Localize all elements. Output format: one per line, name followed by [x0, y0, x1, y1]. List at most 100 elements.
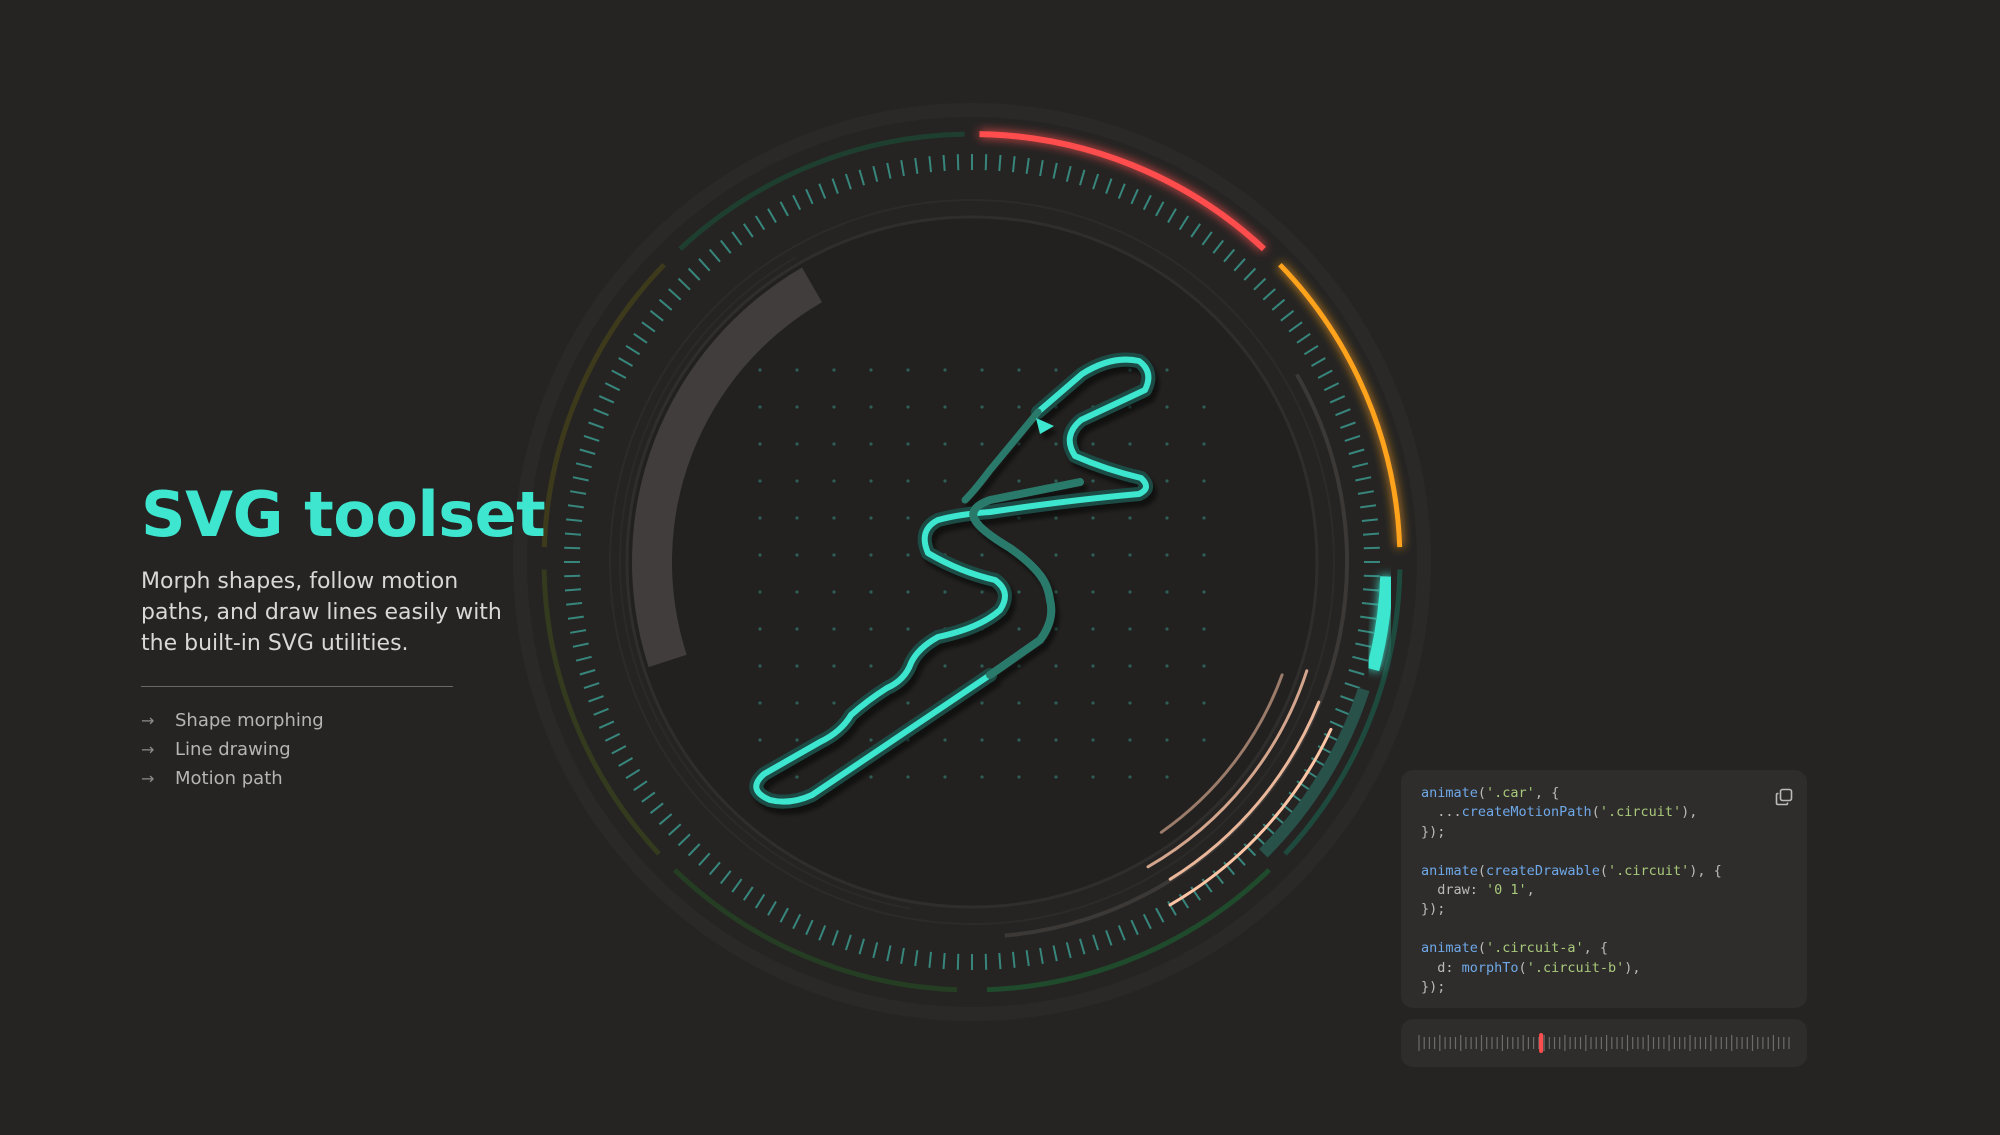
feature-item-shape-morphing[interactable]: → Shape morphing — [141, 706, 324, 735]
tick-mark — [1012, 156, 1016, 173]
tick-mark — [564, 532, 582, 536]
tick-mark — [1329, 720, 1346, 729]
code-line: ...createMotionPath('.circuit'), — [1421, 803, 1787, 822]
code-token: ), { — [1689, 862, 1722, 879]
tick-mark — [1355, 642, 1372, 648]
grid-dot — [795, 442, 799, 446]
code-token: animate — [1421, 862, 1478, 879]
tick-mark — [1357, 629, 1374, 634]
tick-mark — [579, 448, 596, 455]
tick-mark — [649, 802, 664, 814]
tick-mark — [1323, 382, 1340, 392]
tick-mark — [1310, 357, 1326, 367]
tick-mark — [611, 745, 627, 755]
grid-dot — [1165, 627, 1169, 631]
tick-mark — [677, 277, 691, 291]
timeline-playhead[interactable] — [1539, 1033, 1544, 1053]
tick-mark — [805, 919, 814, 936]
code-panel: animate('.car', { ...createMotionPath('.… — [1401, 770, 1807, 1008]
tick-mark — [604, 382, 621, 392]
tick-mark — [566, 602, 583, 606]
grid-dot — [1054, 664, 1058, 668]
tick-mark — [583, 434, 600, 442]
tick-mark — [708, 248, 721, 263]
tick-mark — [687, 843, 701, 857]
tick-mark — [658, 813, 673, 826]
grid-dot — [943, 405, 947, 409]
tick-mark — [1178, 215, 1190, 231]
tick-mark — [668, 823, 682, 836]
tick-mark — [641, 791, 656, 803]
tick-mark — [1344, 434, 1361, 442]
grid-dot — [869, 738, 873, 742]
code-token: animate — [1421, 785, 1478, 801]
code-token: ( — [1477, 862, 1487, 879]
grid-dot — [1054, 627, 1058, 631]
grid-dot — [906, 553, 910, 557]
grid-dot — [758, 516, 762, 520]
tick-mark — [1352, 462, 1369, 469]
tick-mark — [1340, 421, 1356, 429]
tick-mark — [1357, 490, 1374, 495]
hero-title: SVG toolset — [141, 478, 546, 551]
tick-mark — [687, 267, 701, 281]
tick-mark — [754, 215, 766, 231]
code-line: animate('.car', { — [1421, 784, 1787, 803]
tick-mark — [1190, 223, 1202, 238]
grid-dot — [795, 516, 799, 520]
tick-mark — [1352, 655, 1369, 662]
grid-dot — [1017, 664, 1021, 668]
tick-mark — [1025, 157, 1030, 174]
code-line: }); — [1421, 978, 1787, 997]
grid-dot — [1091, 664, 1095, 668]
tick-mark — [900, 160, 905, 177]
code-token: ( — [1518, 959, 1527, 976]
tick-mark — [588, 695, 604, 703]
grid-dot — [832, 701, 836, 705]
tick-mark — [1212, 239, 1224, 254]
grid-dot — [1017, 405, 1021, 409]
grid-dot — [1165, 442, 1169, 446]
grid-dot — [906, 701, 910, 705]
grid-dot — [980, 664, 984, 668]
tick-mark — [1344, 682, 1361, 690]
grid-dot — [943, 368, 947, 372]
grid-dot — [1017, 516, 1021, 520]
code-token: ( — [1591, 804, 1600, 821]
tick-mark — [1340, 695, 1356, 703]
grid-dot — [1054, 775, 1058, 779]
tick-mark — [928, 156, 932, 173]
code-token: ), — [1681, 804, 1698, 821]
grid-dot — [1054, 701, 1058, 705]
grid-dot — [832, 516, 836, 520]
grid-dot — [1165, 516, 1169, 520]
tick-mark — [956, 154, 960, 171]
copy-button[interactable] — [1773, 786, 1795, 808]
grid-dot — [906, 516, 910, 520]
tick-mark — [593, 707, 609, 716]
code-token: createMotionPath — [1461, 804, 1592, 821]
grid-dot — [869, 405, 873, 409]
tick-mark — [1303, 344, 1319, 356]
grid-dot — [795, 368, 799, 372]
tick-mark — [1296, 332, 1311, 344]
grid-dot — [906, 775, 910, 779]
grid-dot — [758, 553, 762, 557]
grid-dot — [1128, 442, 1132, 446]
grid-dot — [943, 738, 947, 742]
code-block: animate('.car', { ...createMotionPath('.… — [1421, 784, 1787, 997]
grid-dot — [1165, 405, 1169, 409]
code-token: ( — [1477, 940, 1487, 957]
grid-dot — [1202, 627, 1206, 631]
grid-dot — [795, 664, 799, 668]
grid-dot — [869, 442, 873, 446]
grid-dot — [1091, 627, 1095, 631]
feature-item-motion-path[interactable]: → Motion path — [141, 764, 324, 793]
grid-dot — [1017, 627, 1021, 631]
feature-item-line-drawing[interactable]: → Line drawing — [141, 735, 324, 764]
timeline-scrubber[interactable] — [1401, 1019, 1807, 1067]
grid-dot — [1165, 368, 1169, 372]
grid-dot — [906, 442, 910, 446]
tick-mark — [1355, 476, 1372, 482]
